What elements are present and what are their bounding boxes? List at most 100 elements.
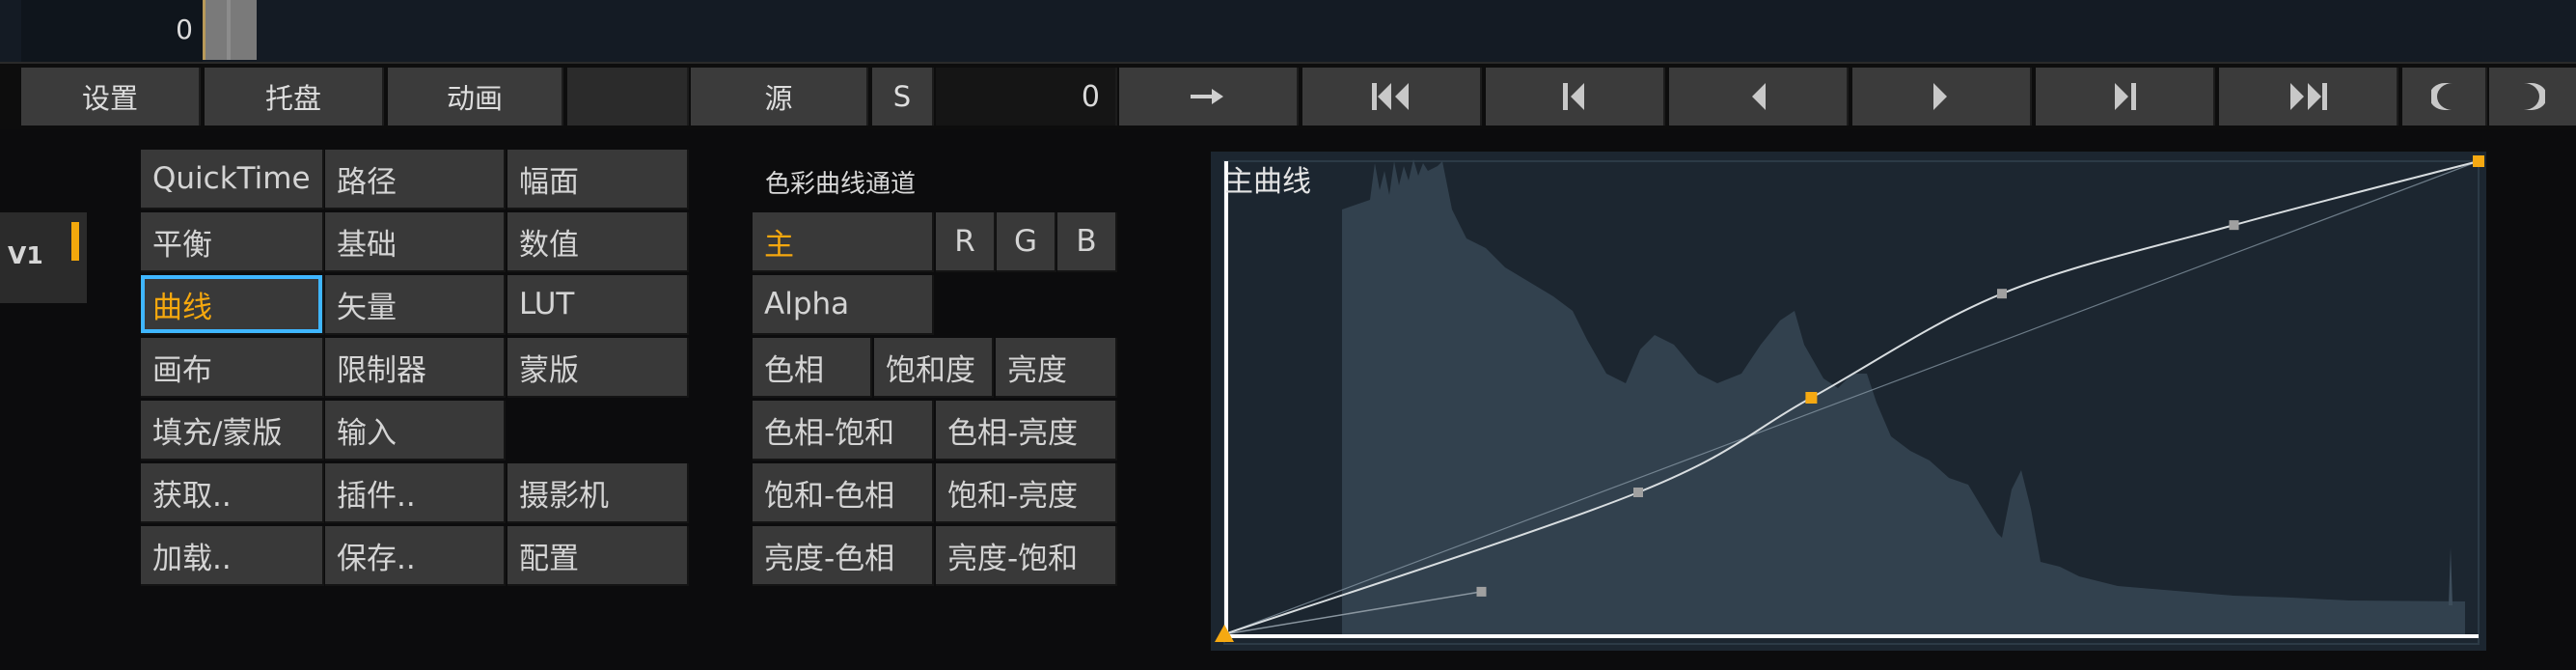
tangent-handle-point[interactable] <box>1476 586 1487 597</box>
curve-point[interactable] <box>2229 220 2239 231</box>
animation-label: 动画 <box>446 82 503 115</box>
curves-button[interactable]: 曲线 <box>141 275 324 335</box>
curve-title: 主曲线 <box>1224 165 1311 199</box>
transport-toolbar: 设置 托盘 动画 源 S 0 <box>0 62 2576 129</box>
frame-counter: 0 <box>176 14 193 45</box>
channel-sat-hue-label: 饱和-色相 <box>764 478 895 514</box>
x-axis-gradient <box>1224 634 2479 638</box>
skip-to-end-button[interactable] <box>2219 68 2398 126</box>
fill-mask-button[interactable]: 填充/蒙版 <box>141 401 324 461</box>
channel-hue-sat-button[interactable]: 色相-饱和 <box>753 401 934 461</box>
limiter-button[interactable]: 限制器 <box>325 338 506 398</box>
lut-label: LUT <box>519 287 575 321</box>
load-label: 加载.. <box>152 541 232 576</box>
channel-sat-luma-button[interactable]: 饱和-亮度 <box>936 463 1117 523</box>
arrow-right-icon <box>1191 89 1223 104</box>
frame-button[interactable]: 幅面 <box>507 150 689 209</box>
skip-to-start-button[interactable] <box>1302 68 1482 126</box>
timeline-strip[interactable]: 0 <box>0 0 2576 62</box>
prev-keyframe-button[interactable] <box>1486 68 1665 126</box>
grab-button[interactable]: 获取.. <box>141 463 324 523</box>
channel-sat-hue-button[interactable]: 饱和-色相 <box>753 463 934 523</box>
in-point-icon <box>2431 83 2453 110</box>
next-frame-button[interactable] <box>1852 68 2032 126</box>
path-button[interactable]: 路径 <box>325 150 506 209</box>
layer-tab-v1[interactable]: V1 <box>0 212 87 303</box>
go-forward-button[interactable] <box>1119 68 1299 126</box>
mask-label: 蒙版 <box>519 352 579 388</box>
curves-label: 曲线 <box>152 290 212 325</box>
channel-luma-sat-label: 亮度-饱和 <box>947 541 1079 576</box>
curve-channel-title: 色彩曲线通道 <box>765 170 917 199</box>
prev-frame-button[interactable] <box>1669 68 1849 126</box>
channel-b-button[interactable]: B <box>1057 212 1117 272</box>
channel-luma-hue-label: 亮度-色相 <box>764 541 895 576</box>
channel-hue-luma-label: 色相-亮度 <box>947 415 1079 451</box>
save-button[interactable]: 保存.. <box>325 526 506 586</box>
save-label: 保存.. <box>337 541 416 576</box>
out-point-button[interactable] <box>2489 68 2576 126</box>
settings-label: 设置 <box>81 82 138 115</box>
channel-master-label: 主 <box>764 227 794 263</box>
channel-hue-luma-button[interactable]: 色相-亮度 <box>936 401 1117 461</box>
channel-hue-label: 色相 <box>764 352 824 388</box>
vector-label: 矢量 <box>337 290 397 325</box>
frame-counter-box: 0 <box>21 0 203 62</box>
channel-g-button[interactable]: G <box>997 212 1056 272</box>
curve-point-selected[interactable] <box>2473 155 2484 167</box>
mask-button[interactable]: 蒙版 <box>507 338 689 398</box>
channel-luma-label: 亮度 <box>1007 352 1067 388</box>
vector-button[interactable]: 矢量 <box>325 275 506 335</box>
tray-label: 托盘 <box>264 82 321 115</box>
layer-indicator <box>71 222 79 261</box>
numeric-button[interactable]: 数值 <box>507 212 689 272</box>
source-button[interactable]: 源 <box>691 68 868 126</box>
channel-master-button[interactable]: 主 <box>753 212 934 272</box>
channel-luma-hue-button[interactable]: 亮度-色相 <box>753 526 934 586</box>
channel-hue-button[interactable]: 色相 <box>753 338 872 398</box>
numeric-label: 数值 <box>519 227 579 263</box>
skip-to-start-icon <box>1372 83 1409 110</box>
camera-button[interactable]: 摄影机 <box>507 463 689 523</box>
input-button[interactable]: 输入 <box>325 401 506 461</box>
prev-frame-icon <box>1752 83 1766 110</box>
next-keyframe-button[interactable] <box>2036 68 2215 126</box>
channel-luma-sat-button[interactable]: 亮度-饱和 <box>936 526 1117 586</box>
tray-button[interactable]: 托盘 <box>205 68 384 126</box>
channel-luma-button[interactable]: 亮度 <box>996 338 1117 398</box>
quicktime-button[interactable]: QuickTime <box>141 150 324 209</box>
balance-button[interactable]: 平衡 <box>141 212 324 272</box>
y-axis-gradient <box>1224 161 1228 639</box>
basic-button[interactable]: 基础 <box>325 212 506 272</box>
in-point-button[interactable] <box>2402 68 2487 126</box>
curve-editor[interactable]: 主曲线 <box>1211 152 2486 651</box>
s-button[interactable]: S <box>872 68 934 126</box>
animation-button[interactable]: 动画 <box>388 68 563 126</box>
channel-b-label: B <box>1076 224 1097 259</box>
playhead[interactable] <box>203 0 257 60</box>
config-button[interactable]: 配置 <box>507 526 689 586</box>
skip-to-end-icon <box>2290 83 2327 110</box>
frame-number-field[interactable]: 0 <box>936 68 1117 126</box>
curve-point-selected[interactable] <box>1805 392 1818 404</box>
lut-button[interactable]: LUT <box>507 275 689 335</box>
channel-hue-sat-label: 色相-饱和 <box>764 415 895 451</box>
channel-g-label: G <box>1013 224 1038 259</box>
plugin-button[interactable]: 插件.. <box>325 463 506 523</box>
config-label: 配置 <box>519 541 579 576</box>
out-point-icon <box>2524 83 2545 110</box>
channel-saturation-button[interactable]: 饱和度 <box>874 338 994 398</box>
curve-point[interactable] <box>1633 488 1643 497</box>
channel-alpha-label: Alpha <box>764 287 850 321</box>
load-button[interactable]: 加载.. <box>141 526 324 586</box>
path-label: 路径 <box>337 164 397 200</box>
canvas-button[interactable]: 画布 <box>141 338 324 398</box>
curve-point[interactable] <box>1997 289 2007 299</box>
channel-r-button[interactable]: R <box>936 212 996 272</box>
channel-alpha-button[interactable]: Alpha <box>753 275 934 335</box>
next-keyframe-icon <box>2115 83 2136 110</box>
next-frame-icon <box>1933 83 1947 110</box>
limiter-label: 限制器 <box>337 352 426 388</box>
settings-button[interactable]: 设置 <box>21 68 201 126</box>
curve-graph[interactable] <box>1211 152 2486 651</box>
